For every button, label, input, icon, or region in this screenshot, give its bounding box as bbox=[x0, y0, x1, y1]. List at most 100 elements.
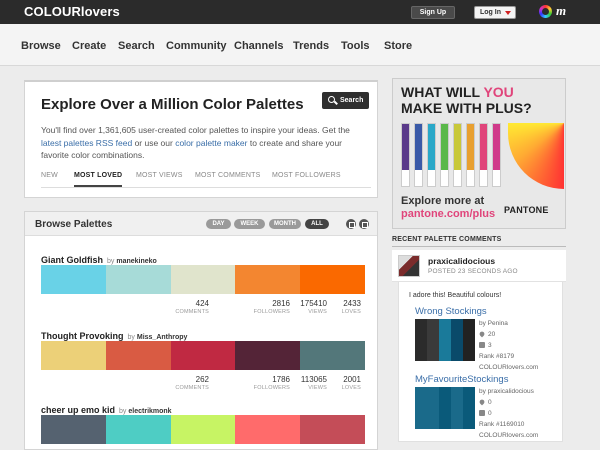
site-logo[interactable]: COLOURlovers bbox=[24, 4, 120, 19]
ad-headline-1: WHAT WILL bbox=[401, 84, 484, 100]
color-swatch[interactable] bbox=[235, 341, 301, 370]
palette-swatches[interactable] bbox=[41, 341, 365, 370]
mini-rank: Rank #8179 bbox=[479, 353, 515, 360]
color-wheel-icon[interactable] bbox=[539, 5, 552, 18]
period-month[interactable]: MONTH bbox=[269, 219, 301, 229]
nav-tools[interactable]: Tools bbox=[341, 40, 370, 52]
period-day[interactable]: DAY bbox=[206, 219, 231, 229]
palette-author[interactable]: electrikmonk bbox=[128, 408, 171, 415]
color-swatch[interactable] bbox=[235, 265, 301, 294]
list-view-icon[interactable] bbox=[359, 219, 369, 229]
ad-headline-you: YOU bbox=[483, 84, 514, 100]
color-swatch[interactable] bbox=[170, 341, 236, 370]
avatar[interactable] bbox=[398, 255, 420, 277]
palette-name[interactable]: cheer up emo kid bbox=[41, 405, 115, 415]
stat-label: LOVES bbox=[341, 385, 361, 391]
heart-icon bbox=[478, 398, 486, 406]
stat-comments: 262 bbox=[195, 375, 209, 384]
palette-swatches[interactable] bbox=[41, 265, 365, 294]
mini-palette-title[interactable]: Wrong Stockings bbox=[415, 306, 487, 317]
comment-text: I adore this! Beautiful colours! bbox=[409, 292, 502, 299]
tab-most-comments[interactable]: MOST COMMENTS bbox=[195, 172, 260, 179]
top-bar: COLOURlovers Sign Up Log In m bbox=[0, 0, 600, 24]
nav-trends[interactable]: Trends bbox=[293, 40, 329, 52]
login-button[interactable]: Log In bbox=[474, 6, 516, 19]
stat-followers: 1786 bbox=[272, 375, 290, 384]
color-swatch[interactable] bbox=[300, 415, 365, 444]
ad-headline: WHAT WILL YOU MAKE WITH PLUS? bbox=[401, 84, 532, 116]
palette-author[interactable]: Miss_Anthropy bbox=[137, 334, 188, 341]
ad-cta: Explore more at pantone.com/plus bbox=[401, 195, 495, 221]
mini-palette-meta: by praxicalidocious 0 0 Rank #1169010 CO… bbox=[478, 386, 538, 441]
ad-headline-2: MAKE WITH PLUS? bbox=[401, 100, 532, 116]
cl-mark[interactable]: m bbox=[556, 3, 566, 19]
comment-username[interactable]: praxicalidocious bbox=[428, 256, 495, 266]
color-swatch bbox=[451, 387, 463, 429]
color-swatch[interactable] bbox=[105, 265, 171, 294]
nav-store[interactable]: Store bbox=[384, 40, 412, 52]
mini-palette-meta: by Penina 20 3 Rank #8179 COLOURlovers.c… bbox=[478, 318, 538, 373]
color-swatch[interactable] bbox=[105, 341, 171, 370]
palette-name[interactable]: Giant Goldfish bbox=[41, 255, 103, 265]
tab-most-loved[interactable]: MOST LOVED bbox=[74, 172, 123, 187]
color-swatch[interactable] bbox=[41, 341, 106, 370]
period-week[interactable]: WEEK bbox=[234, 219, 265, 229]
color-swatch[interactable] bbox=[235, 415, 301, 444]
nav-search[interactable]: Search bbox=[118, 40, 155, 52]
pantone-chip bbox=[414, 123, 423, 187]
mini-palette-thumb[interactable] bbox=[415, 319, 475, 361]
color-swatch[interactable] bbox=[300, 341, 365, 370]
nav-channels[interactable]: Channels bbox=[234, 40, 284, 52]
color-swatch[interactable] bbox=[105, 415, 171, 444]
signup-button[interactable]: Sign Up bbox=[411, 6, 455, 19]
tab-most-views[interactable]: MOST VIEWS bbox=[136, 172, 183, 179]
ad-url-link[interactable]: pantone.com/plus bbox=[401, 208, 495, 220]
stat-loves: 2001 bbox=[343, 375, 361, 384]
rss-feed-link[interactable]: latest palettes RSS feed bbox=[41, 138, 132, 148]
pantone-chip bbox=[401, 123, 410, 187]
nav-create[interactable]: Create bbox=[72, 40, 106, 52]
pantone-logo: PANTONE bbox=[504, 205, 549, 215]
palette-title: cheer up emo kid by electrikmonk bbox=[41, 405, 172, 415]
color-swatch bbox=[427, 387, 439, 429]
color-swatch[interactable] bbox=[170, 265, 236, 294]
grid-view-icon[interactable] bbox=[346, 219, 356, 229]
palette-author[interactable]: manekineko bbox=[116, 258, 156, 265]
mini-palette-thumb[interactable] bbox=[415, 387, 475, 429]
nav-browse[interactable]: Browse bbox=[21, 40, 61, 52]
stat-followers: 2816 bbox=[272, 299, 290, 308]
color-swatch[interactable] bbox=[41, 415, 106, 444]
search-button[interactable]: Search bbox=[322, 92, 369, 109]
color-swatch bbox=[451, 319, 463, 361]
color-swatch bbox=[427, 319, 439, 361]
palette-maker-link[interactable]: color palette maker bbox=[175, 138, 247, 148]
pantone-chip bbox=[492, 123, 501, 187]
sort-tabs: NEW MOST LOVED MOST VIEWS MOST COMMENTS … bbox=[41, 172, 371, 188]
palette-title: Giant Goldfish by manekineko bbox=[41, 255, 157, 265]
explore-panel: Explore Over a Million Color Palettes Se… bbox=[24, 80, 378, 198]
tab-new[interactable]: NEW bbox=[41, 172, 58, 179]
login-label: Log In bbox=[480, 9, 501, 16]
nav-community[interactable]: Community bbox=[166, 40, 227, 52]
mini-comments: 3 bbox=[488, 342, 492, 349]
period-all[interactable]: ALL bbox=[305, 219, 329, 229]
explore-description: You'll find over 1,361,605 user-created … bbox=[41, 124, 371, 162]
color-swatch[interactable] bbox=[41, 265, 106, 294]
color-swatch[interactable] bbox=[170, 415, 236, 444]
stat-comments: 424 bbox=[195, 299, 209, 308]
color-swatch[interactable] bbox=[300, 265, 365, 294]
pantone-chip bbox=[440, 123, 449, 187]
palette-swatches[interactable] bbox=[41, 415, 365, 444]
pantone-chip bbox=[479, 123, 488, 187]
mini-palette-title[interactable]: MyFavouriteStockings bbox=[415, 374, 508, 385]
palette-name[interactable]: Thought Provoking bbox=[41, 331, 124, 341]
mini-comments: 0 bbox=[488, 410, 492, 417]
comment-icon bbox=[479, 342, 485, 349]
color-swatch bbox=[463, 319, 475, 361]
tab-most-followers[interactable]: MOST FOLLOWERS bbox=[272, 172, 341, 179]
comment-body: I adore this! Beautiful colours! Wrong S… bbox=[398, 282, 563, 442]
color-swatch bbox=[415, 387, 427, 429]
mini-loves: 0 bbox=[488, 399, 492, 406]
main-nav: Browse Create Search Community Channels … bbox=[0, 24, 600, 66]
pantone-plus-ad[interactable]: WHAT WILL YOU MAKE WITH PLUS? Explore mo… bbox=[392, 78, 566, 229]
